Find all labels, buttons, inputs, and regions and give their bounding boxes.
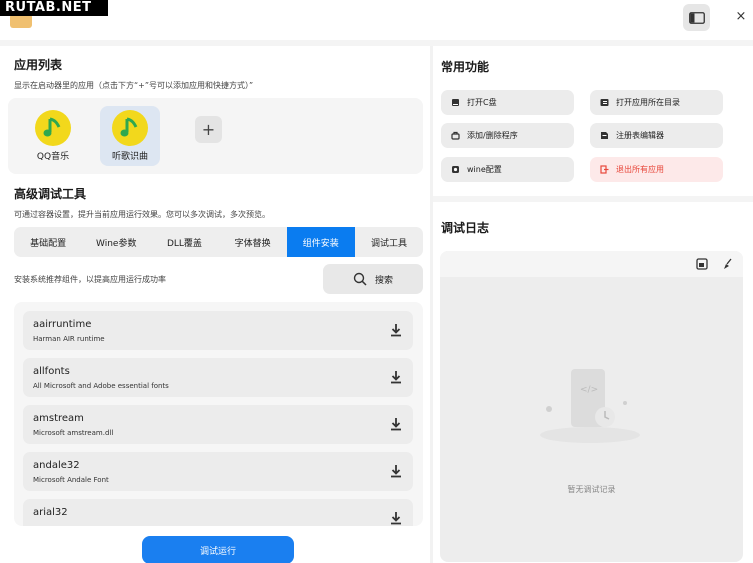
app-tile-song-recognition[interactable]: 听歌识曲 [100,106,160,166]
watermark: RUTAB.NET [0,0,108,16]
song-recognition-app-icon [112,110,148,146]
list-item: amstream Microsoft amstream.dll [23,405,413,444]
open-app-dir-button[interactable]: 打开应用所在目录 [590,90,723,115]
debug-log-panel: </> 暂无调试记录 [440,251,743,562]
download-icon[interactable] [389,511,403,525]
empty-log-text: 暂无调试记录 [567,485,616,494]
registry-icon [601,132,608,139]
component-desc: All Microsoft and Adobe essential fonts [33,382,169,390]
list-item: andale32 Microsoft Andale Font [23,452,413,491]
open-c-drive-button[interactable]: 打开C盘 [441,90,574,115]
component-desc: Harman AIR runtime [33,335,105,343]
func-label: 注册表编辑器 [616,131,664,140]
func-label: 打开C盘 [467,98,497,107]
component-desc: Microsoft amstream.dll [33,429,114,437]
func-label: 打开应用所在目录 [616,98,680,107]
app-logo [10,14,32,28]
app-label: QQ音乐 [36,152,70,162]
func-label: wine配置 [467,165,502,174]
component-list: aairruntime Harman AIR runtime allfonts … [14,302,423,526]
clear-log-icon[interactable] [722,258,734,270]
wine-config-icon [452,166,459,173]
search-button[interactable]: 搜索 [323,264,423,294]
sidebar-icon [688,11,705,24]
component-name: aairruntime [33,319,92,330]
download-icon[interactable] [389,323,403,337]
close-window-button[interactable]: × [733,9,749,25]
debug-tabs: 基础配置 Wine参数 DLL覆盖 字体替换 组件安装 调试工具 [14,227,423,257]
qqmusic-app-icon [35,110,71,146]
add-remove-programs-button[interactable]: 添加/删除程序 [441,123,574,148]
search-icon [353,272,367,286]
tab-component-install[interactable]: 组件安装 [286,227,355,257]
folder-icon [600,99,609,106]
package-icon [451,131,460,140]
exit-all-apps-button[interactable]: 退出所有应用 [590,157,723,182]
download-icon[interactable] [389,464,403,478]
sidebar-toggle-button[interactable] [683,4,710,31]
copy-log-icon[interactable] [696,258,708,270]
registry-editor-button[interactable]: 注册表编辑器 [590,123,723,148]
tab-debug-tools[interactable]: 调试工具 [355,227,423,257]
app-label: 听歌识曲 [111,152,148,162]
func-label: 退出所有应用 [616,165,664,174]
right-section-divider [433,196,753,202]
component-hint: 安装系统推荐组件，以提高应用运行成功率 [14,275,166,284]
component-name: andale32 [33,460,80,471]
debug-log-title: 调试日志 [441,221,490,235]
list-item: allfonts All Microsoft and Adobe essenti… [23,358,413,397]
tab-dll-override[interactable]: DLL覆盖 [150,227,218,257]
title-bar [0,0,753,40]
component-name: allfonts [33,366,70,377]
search-label: 搜索 [374,275,393,286]
debug-tools-title: 高级调试工具 [14,187,87,201]
drive-icon [452,99,459,106]
component-name: amstream [33,413,84,424]
svg-text:</>: </> [580,385,598,395]
list-item: aairruntime Harman AIR runtime [23,311,413,350]
list-item: arial32 [23,499,413,526]
component-desc: Microsoft Andale Font [33,476,109,484]
empty-log-illustration-icon: </> [540,369,640,443]
log-toolbar [440,251,743,277]
tab-wine-params[interactable]: Wine参数 [82,227,150,257]
func-label: 添加/删除程序 [467,131,518,140]
exit-icon [600,165,609,174]
app-list-subtitle: 显示在启动器里的应用（点击下方“+”号可以添加应用和快捷方式）” [14,81,254,90]
add-app-button[interactable]: + [195,116,222,143]
tab-basic-config[interactable]: 基础配置 [14,227,82,257]
tab-font-replace[interactable]: 字体替换 [219,227,287,257]
wine-config-button[interactable]: wine配置 [441,157,574,182]
common-functions-title: 常用功能 [441,60,490,74]
component-name: arial32 [33,507,68,518]
download-icon[interactable] [389,417,403,431]
app-tile-qqmusic[interactable]: QQ音乐 [23,106,83,166]
debug-tools-subtitle: 可通过容器设置，提升当前应用运行效果。您可以多次调试，多次预览。 [14,210,270,219]
download-icon[interactable] [389,370,403,384]
debug-run-button[interactable]: 调试运行 [142,536,294,563]
app-list-title: 应用列表 [14,58,63,72]
